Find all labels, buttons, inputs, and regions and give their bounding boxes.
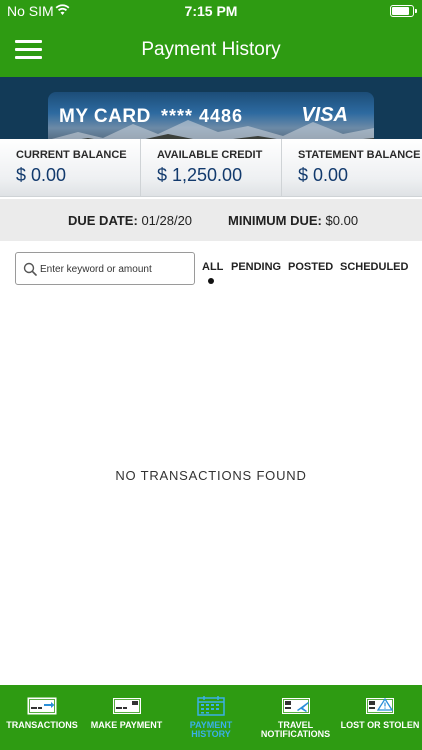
filter-all[interactable]: ALL xyxy=(202,261,223,273)
due-date-value: 01/28/20 xyxy=(141,213,193,228)
page-title: Payment History xyxy=(141,39,281,60)
selected-filter-indicator xyxy=(208,278,214,284)
battery-icon xyxy=(390,5,417,17)
available-credit-label: AVAILABLE CREDIT xyxy=(157,149,263,161)
tab-make-payment[interactable]: MAKE PAYMENT xyxy=(84,685,169,750)
tab-lost-or-stolen-label: LOST OR STOLEN xyxy=(340,720,420,730)
card-masked-number: **** 4486 xyxy=(161,106,244,126)
search-box[interactable] xyxy=(15,252,195,285)
bottom-tab-bar: TRANSACTIONS MAKE PAYMENT PAYMENT HISTOR… xyxy=(0,685,422,750)
current-balance-label: CURRENT BALANCE xyxy=(16,149,127,161)
status-bar: No SIM 7:15 PM xyxy=(0,0,422,22)
statement-balance-label: STATEMENT BALANCE xyxy=(298,149,421,161)
tab-travel-notifications[interactable]: TRAVEL NOTIFICATIONS xyxy=(253,685,338,750)
minimum-due: MINIMUM DUE: $0.00 xyxy=(228,213,358,228)
search-icon xyxy=(23,262,37,276)
card-plane-icon xyxy=(281,698,310,714)
statement-balance-value: $ 0.00 xyxy=(298,165,349,185)
tab-travel-notifications-label: TRAVEL NOTIFICATIONS xyxy=(260,720,331,739)
app-header: Payment History xyxy=(0,22,422,77)
filter-scheduled[interactable]: SCHEDULED xyxy=(340,261,408,273)
tab-lost-or-stolen[interactable]: LOST OR STOLEN xyxy=(338,685,422,750)
card-name: MY CARD xyxy=(59,106,151,127)
visa-logo: VISA xyxy=(301,104,348,126)
tab-transactions-label: TRANSACTIONS xyxy=(6,720,78,730)
clock: 7:15 PM xyxy=(184,3,238,19)
card-warning-icon xyxy=(366,697,394,714)
card-arrow-icon xyxy=(27,697,57,715)
current-balance: CURRENT BALANCE $ 0.00 xyxy=(0,139,140,197)
search-input[interactable] xyxy=(40,259,190,279)
filter-posted[interactable]: POSTED xyxy=(288,261,333,273)
filter-pending[interactable]: PENDING xyxy=(231,261,281,273)
card-banner: MY CARD **** 4486 VISA xyxy=(0,77,422,139)
tab-payment-history[interactable]: PAYMENT HISTORY xyxy=(169,685,253,750)
available-credit: AVAILABLE CREDIT $ 1,250.00 xyxy=(140,139,281,197)
due-info-bar: DUE DATE: 01/28/20 MINIMUM DUE: $0.00 xyxy=(0,199,422,241)
card-icon xyxy=(112,698,141,714)
available-credit-value: $ 1,250.00 xyxy=(157,165,243,185)
credit-card-image: MY CARD **** 4486 VISA xyxy=(48,92,374,139)
balance-summary: CURRENT BALANCE $ 0.00 AVAILABLE CREDIT … xyxy=(0,139,422,197)
current-balance-value: $ 0.00 xyxy=(16,165,67,185)
tab-transactions[interactable]: TRANSACTIONS xyxy=(0,685,84,750)
calendar-icon xyxy=(197,696,225,716)
minimum-due-label: MINIMUM DUE: xyxy=(228,213,322,228)
empty-state-message: NO TRANSACTIONS FOUND xyxy=(115,468,307,483)
minimum-due-value: $0.00 xyxy=(325,213,359,228)
statement-balance: STATEMENT BALANCE $ 0.00 xyxy=(281,139,422,197)
due-date-label: DUE DATE: xyxy=(68,213,138,228)
tab-payment-history-label: PAYMENT HISTORY xyxy=(189,720,233,739)
due-date: DUE DATE: 01/28/20 xyxy=(68,213,192,228)
tab-make-payment-label: MAKE PAYMENT xyxy=(90,720,163,730)
